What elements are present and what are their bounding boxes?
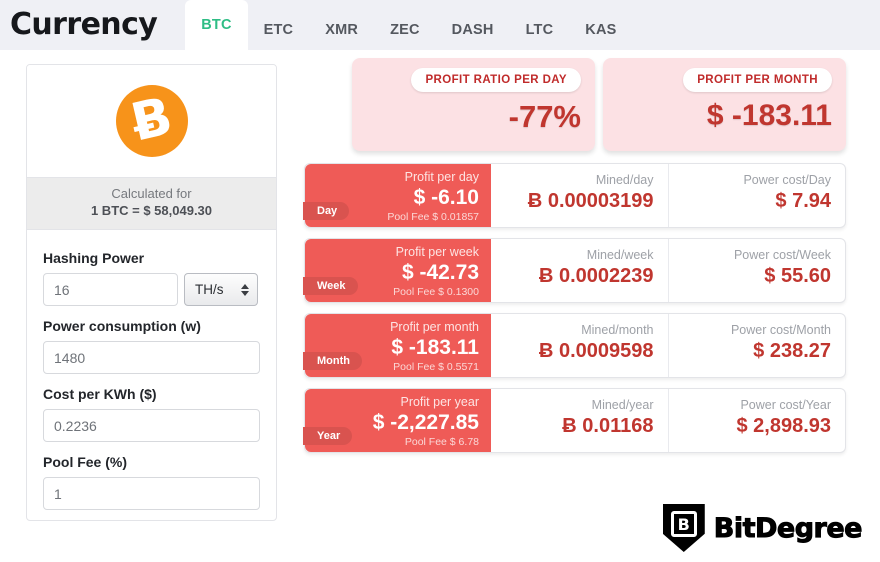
power-cost-value: $ 238.27 [753,340,831,362]
coin-logo: Ƀ [27,65,276,177]
mined-value: Ƀ 0.01168 [562,415,654,437]
input-3[interactable] [43,477,260,510]
power-cost-cell: Power cost/Day $ 7.94 [667,164,846,227]
summary-card-1: PROFIT PER MONTH $ -183.11 [603,58,846,151]
power-cost-label: Power cost/Week [733,248,831,262]
power-cost-cell: Power cost/Week $ 55.60 [667,239,846,302]
calculated-for-value: 1 BTC = $ 58,049.30 [90,203,213,218]
power-cost-value: $ 2,898.93 [736,415,831,437]
power-cost-value: $ 7.94 [775,190,831,212]
mined-label: Mined/day [595,173,654,187]
mined-label: Mined/week [586,248,654,262]
power-cost-value: $ 55.60 [764,265,831,287]
profit-label: Profit per day [404,170,479,184]
mined-cell: Mined/year Ƀ 0.01168 [491,389,668,452]
mined-value: Ƀ 0.0002239 [538,265,654,287]
profit-cell: Profit per month $ -183.11 Pool Fee $ 0.55… [303,314,491,377]
mined-cell: Mined/month Ƀ 0.0009598 [491,314,668,377]
input-0[interactable] [43,273,178,306]
mined-value: Ƀ 0.00003199 [527,190,654,212]
page-body: Ƀ Calculated for 1 BTC = $ 58,049.30 Has… [0,50,880,562]
field-label-0: Hashing Power [43,250,145,266]
table-row: Profit per month $ -183.11 Pool Fee $ 0.55… [303,313,846,378]
field-label-1: Power consumption (w) [43,318,201,334]
bitdegree-shield-icon: B [662,504,705,552]
summary-cards: PROFIT RATIO PER DAY -77% PROFIT PER MONTH… [296,50,876,151]
results-rows: Profit per day $ -6.10 Pool Fee $ 0.01857 D… [296,151,876,453]
mined-cell: Mined/week Ƀ 0.0002239 [491,239,668,302]
bitcoin-glyph: Ƀ [125,85,178,154]
page-title: Currency [10,7,158,42]
tab-dash[interactable]: DASH [436,10,510,50]
results-content: PROFIT RATIO PER DAY -77% PROFIT PER MONTH… [296,50,876,463]
bitdegree-mark: B [670,511,697,537]
calculated-for-strip: Calculated for 1 BTC = $ 58,049.30 [27,177,276,230]
profit-label: Profit per week [395,245,479,259]
calculated-for-label: Calculated for [111,186,192,201]
power-cost-label: Power cost/Day [743,173,831,187]
mined-label: Mined/year [591,398,654,412]
profit-label: Profit per year [400,395,479,409]
bitdegree-logo: B BitDegree [662,504,863,552]
profit-cell: Profit per week $ -42.73 Pool Fee $ 0.1300… [303,239,491,302]
unit-select[interactable]: TH/s [184,273,258,306]
calculator-sidebar: Ƀ Calculated for 1 BTC = $ 58,049.30 Has… [26,64,277,521]
calculator-form: Hashing Power TH/s Power consumption (w) Co… [27,230,276,510]
bitdegree-wordmark: BitDegree [713,512,863,544]
input-1[interactable] [43,341,260,374]
period-badge: Week [303,277,358,295]
summary-card-0: PROFIT RATIO PER DAY -77% [352,58,595,151]
tab-btc[interactable]: BTC [185,0,248,50]
power-cost-cell: Power cost/Year $ 2,898.93 [667,389,846,452]
field-row-0: TH/s [43,273,260,306]
tab-xmr[interactable]: XMR [309,10,374,50]
mined-cell: Mined/day Ƀ 0.00003199 [491,164,668,227]
unit-select-value: TH/s [195,282,224,297]
currency-tabs: BTC ETC XMR ZEC DASH LTC KAS [185,0,632,50]
summary-card-value: $ -183.11 [706,99,832,132]
summary-card-title: PROFIT PER MONTH [683,68,832,92]
tab-zec[interactable]: ZEC [374,10,436,50]
field-row-1 [43,341,260,374]
mined-label: Mined/month [581,323,654,337]
tab-ltc[interactable]: LTC [510,10,570,50]
field-row-2 [43,409,260,442]
power-cost-label: Power cost/Year [740,398,831,412]
power-cost-label: Power cost/Month [730,323,831,337]
profit-cell: Profit per year $ -2,227.85 Pool Fee $ 6.7… [303,389,491,452]
field-row-3 [43,477,260,510]
summary-card-title: PROFIT RATIO PER DAY [411,68,581,92]
tab-etc[interactable]: ETC [248,10,310,50]
profit-label: Profit per month [390,320,479,334]
mined-value: Ƀ 0.0009598 [538,340,654,362]
summary-card-value: -77% [508,99,581,134]
period-badge: Year [303,427,353,445]
table-row: Profit per year $ -2,227.85 Pool Fee $ 6.7… [303,388,846,453]
bitcoin-icon: Ƀ [115,85,188,157]
period-badge: Month [303,352,362,370]
period-badge: Day [303,202,350,220]
tab-kas[interactable]: KAS [569,10,632,50]
field-label-3: Pool Fee (%) [43,454,128,470]
table-row: Profit per day $ -6.10 Pool Fee $ 0.01857 D… [303,163,846,228]
input-2[interactable] [43,409,260,442]
profit-cell: Profit per day $ -6.10 Pool Fee $ 0.01857 D… [303,164,491,227]
power-cost-cell: Power cost/Month $ 238.27 [667,314,846,377]
table-row: Profit per week $ -42.73 Pool Fee $ 0.1300… [303,238,846,303]
app-header: Currency BTC ETC XMR ZEC DASH LTC KAS [0,0,880,50]
chevron-updown-icon[interactable] [241,283,249,296]
field-label-2: Cost per KWh ($) [43,386,157,402]
